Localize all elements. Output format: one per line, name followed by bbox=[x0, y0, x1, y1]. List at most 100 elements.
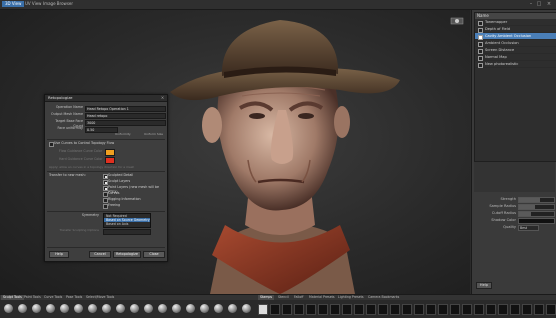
spray-brush-icon[interactable] bbox=[102, 304, 111, 313]
stamp-icon[interactable] bbox=[546, 304, 556, 315]
tab-select-move-tools[interactable]: Select/Move Tools bbox=[84, 295, 116, 300]
relax-brush-icon[interactable] bbox=[32, 304, 41, 313]
tab-falloff[interactable]: Falloff bbox=[292, 295, 305, 300]
stamp-icon[interactable] bbox=[366, 304, 376, 315]
dialog-close-icon[interactable]: × bbox=[160, 95, 165, 101]
shadow-color-row: Shadow Color bbox=[474, 217, 555, 224]
stamp-icon[interactable] bbox=[438, 304, 448, 315]
stamp-icon[interactable] bbox=[426, 304, 436, 315]
operation-name-row: Operation Name Head Retopo Operation 1 bbox=[47, 105, 166, 112]
wax-brush-icon[interactable] bbox=[144, 304, 153, 313]
tab-stencil[interactable]: Stencil bbox=[276, 295, 291, 300]
tab-stamps[interactable]: Stamps bbox=[258, 295, 275, 300]
checkbox-box[interactable] bbox=[478, 62, 483, 68]
retopologize-button[interactable]: Retopologize bbox=[113, 251, 141, 258]
checkbox-box[interactable] bbox=[478, 20, 483, 26]
stamp-icon[interactable] bbox=[414, 304, 424, 315]
use-curves-checkbox[interactable]: Use Curves to Control Topology Flow bbox=[49, 141, 114, 147]
cancel-button[interactable]: Cancel bbox=[89, 251, 111, 258]
checkbox-box[interactable] bbox=[478, 27, 483, 33]
stamp-icon[interactable] bbox=[354, 304, 364, 315]
sculpt-brush-icon[interactable] bbox=[4, 304, 13, 313]
stamp-icon[interactable] bbox=[318, 304, 328, 315]
fill-brush-icon[interactable] bbox=[172, 304, 181, 313]
transfer-freeing-checkbox[interactable]: Freeing bbox=[103, 203, 120, 209]
list-item-new-photorealistic[interactable]: New photorealistic bbox=[475, 61, 556, 68]
knife-brush-icon[interactable] bbox=[186, 304, 195, 313]
pinch-brush-icon[interactable] bbox=[60, 304, 69, 313]
tab-pose-tools[interactable]: Pose Tools bbox=[64, 295, 84, 300]
list-item-ambient-occlusion[interactable]: Ambient Occlusion bbox=[475, 40, 556, 47]
transfer-settings-dropdown[interactable] bbox=[103, 229, 151, 235]
stamp-icon[interactable] bbox=[462, 304, 472, 315]
checkbox-box[interactable] bbox=[478, 55, 483, 61]
tab-material-presets[interactable]: Material Presets bbox=[307, 295, 337, 300]
checkbox-box[interactable] bbox=[478, 41, 483, 47]
camera-gizmo-icon[interactable] bbox=[450, 16, 464, 26]
freeze-brush-icon[interactable] bbox=[242, 304, 251, 313]
help-button[interactable]: Help bbox=[49, 251, 69, 258]
flow-curve-color-swatch[interactable] bbox=[105, 149, 115, 156]
stamp-icon[interactable] bbox=[450, 304, 460, 315]
operation-name-input[interactable]: Head Retopo Operation 1 bbox=[85, 105, 166, 112]
checkbox-box[interactable] bbox=[478, 48, 483, 54]
target-face-count-input[interactable]: 3000 bbox=[85, 119, 166, 126]
tab-paint-tools[interactable]: Paint Tools bbox=[22, 295, 43, 300]
minimize-icon[interactable]: – bbox=[528, 1, 534, 7]
stamp-icon[interactable] bbox=[510, 304, 520, 315]
symmetry-dropdown[interactable]: Not Required Based on Source Geometry Ba… bbox=[103, 213, 151, 228]
stamp-icon[interactable] bbox=[474, 304, 484, 315]
flatten-brush-icon[interactable] bbox=[74, 304, 83, 313]
list-item-screen-distance[interactable]: Screen Distance bbox=[475, 47, 556, 54]
transfer-sculpted-detail-checkbox[interactable]: Sculpted Detail bbox=[103, 173, 133, 179]
tab-lighting-presets[interactable]: Lighting Presets bbox=[336, 295, 366, 300]
tab-camera-bookmarks[interactable]: Camera Bookmarks bbox=[366, 295, 401, 300]
stamp-icon[interactable] bbox=[330, 304, 340, 315]
checkbox-box[interactable] bbox=[478, 34, 483, 40]
list-item-label: Tonemapper bbox=[485, 20, 508, 24]
list-item-depth-of-field[interactable]: Depth of Field bbox=[475, 26, 556, 33]
panel-help-button[interactable]: Help bbox=[476, 282, 492, 289]
scrape-brush-icon[interactable] bbox=[158, 304, 167, 313]
tab-sculpt-tools[interactable]: Sculpt Tools bbox=[1, 295, 24, 300]
stamp-icon[interactable] bbox=[378, 304, 388, 315]
stamp-icon[interactable] bbox=[390, 304, 400, 315]
close-icon[interactable]: × bbox=[546, 1, 552, 7]
stamp-icon[interactable] bbox=[402, 304, 412, 315]
output-mesh-name-input[interactable]: Head retopo bbox=[85, 112, 166, 119]
restore-icon[interactable]: □ bbox=[536, 1, 542, 7]
imprint-brush-icon[interactable] bbox=[130, 304, 139, 313]
tool-icons-row bbox=[0, 301, 556, 317]
repeat-brush-icon[interactable] bbox=[116, 304, 125, 313]
tab-curve-tools[interactable]: Curve Tools bbox=[42, 295, 64, 300]
stamp-icon[interactable] bbox=[306, 304, 316, 315]
stamp-icon[interactable] bbox=[486, 304, 496, 315]
list-item-tonemapper[interactable]: Tonemapper bbox=[475, 19, 556, 26]
list-item-cavity-ao[interactable]: Cavity Ambient Occlusion bbox=[475, 33, 556, 40]
amplify-brush-icon[interactable] bbox=[228, 304, 237, 313]
tab-image-browser[interactable]: Image Browser bbox=[40, 1, 76, 7]
grab-brush-icon[interactable] bbox=[46, 304, 55, 313]
list-item-normal-map[interactable]: Normal Map bbox=[475, 54, 556, 61]
stamp-off-icon[interactable] bbox=[258, 304, 268, 315]
3d-viewport[interactable]: Retopologize × Operation Name Head Retop… bbox=[0, 10, 470, 294]
panel-scroll-area[interactable] bbox=[474, 162, 555, 192]
transfer-sculpt-layers-checkbox[interactable]: Sculpt Layers bbox=[103, 179, 130, 185]
transfer-curves-checkbox[interactable]: Curves bbox=[103, 191, 119, 197]
hard-curve-color-swatch[interactable] bbox=[105, 157, 115, 164]
foamy-brush-icon[interactable] bbox=[88, 304, 97, 313]
stamp-icon[interactable] bbox=[294, 304, 304, 315]
stamp-icon[interactable] bbox=[282, 304, 292, 315]
smooth-brush-icon[interactable] bbox=[18, 304, 27, 313]
bulge-brush-icon[interactable] bbox=[214, 304, 223, 313]
smear-brush-icon[interactable] bbox=[200, 304, 209, 313]
close-button[interactable]: Close bbox=[143, 251, 165, 258]
stamp-icon[interactable] bbox=[498, 304, 508, 315]
symmetry-option[interactable]: Based on Axis bbox=[104, 222, 150, 226]
quality-dropdown[interactable]: Best bbox=[518, 225, 539, 231]
stamp-icon[interactable] bbox=[522, 304, 532, 315]
stamp-icon[interactable] bbox=[534, 304, 544, 315]
transfer-rigging-checkbox[interactable]: Rigging Information bbox=[103, 197, 141, 203]
stamp-icon[interactable] bbox=[270, 304, 280, 315]
stamp-icon[interactable] bbox=[342, 304, 352, 315]
